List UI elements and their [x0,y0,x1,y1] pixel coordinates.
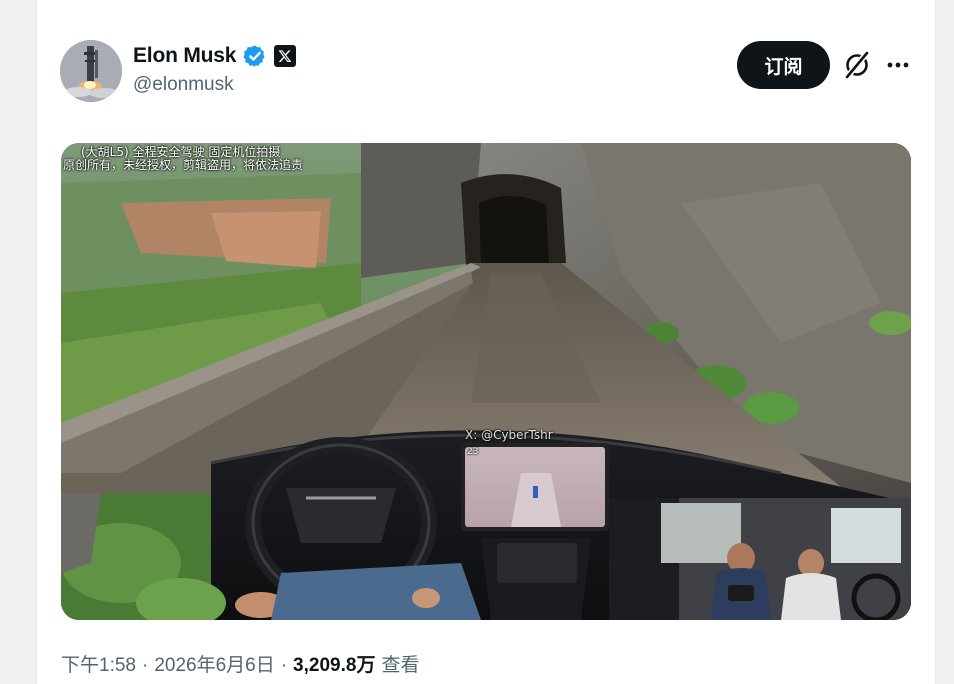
rocket-launch-avatar [60,40,122,102]
author-avatar[interactable] [60,40,122,102]
x-logo-icon[interactable] [274,45,297,67]
post-time[interactable]: 下午1:58 [61,650,136,677]
post-video[interactable]: (大胡L5) 全程安全驾驶 固定机位拍摄 原创所有，未经授权，剪辑盗用，将依法追… [61,143,911,620]
video-frame [61,143,911,620]
view-count: 3,209.8万 [293,655,376,676]
verified-badge-icon[interactable] [243,44,267,68]
more-horizontal-icon[interactable] [883,50,913,80]
separator: · [141,655,149,676]
author-name[interactable]: Elon Musk [133,44,236,68]
subscribe-button[interactable]: 订阅 [737,41,830,89]
video-watermark: X: @CyberTshr [465,428,553,442]
author-name-row: Elon Musk [133,41,297,71]
separator: · [280,655,288,676]
author-handle[interactable]: @elonmusk [133,74,234,96]
grok-icon[interactable] [842,50,872,80]
video-overlay-caption-line-1: (大胡L5) 全程安全驾驶 固定机位拍摄 [81,145,281,159]
post-meta: 下午1:58 · 2026年6月6日 · 3,209.8万 查看 [61,650,419,677]
car-screen-number: 23 [467,447,479,457]
video-overlay-caption-line-2: 原创所有，未经授权，剪辑盗用，将依法追责 [63,158,304,172]
post-date[interactable]: 2026年6月6日 [154,650,274,677]
post-card: Elon Musk @elonmusk 订阅 (大胡L5) 全程安全驾驶 固定机… [36,0,936,684]
views-label: 查看 [381,655,420,676]
